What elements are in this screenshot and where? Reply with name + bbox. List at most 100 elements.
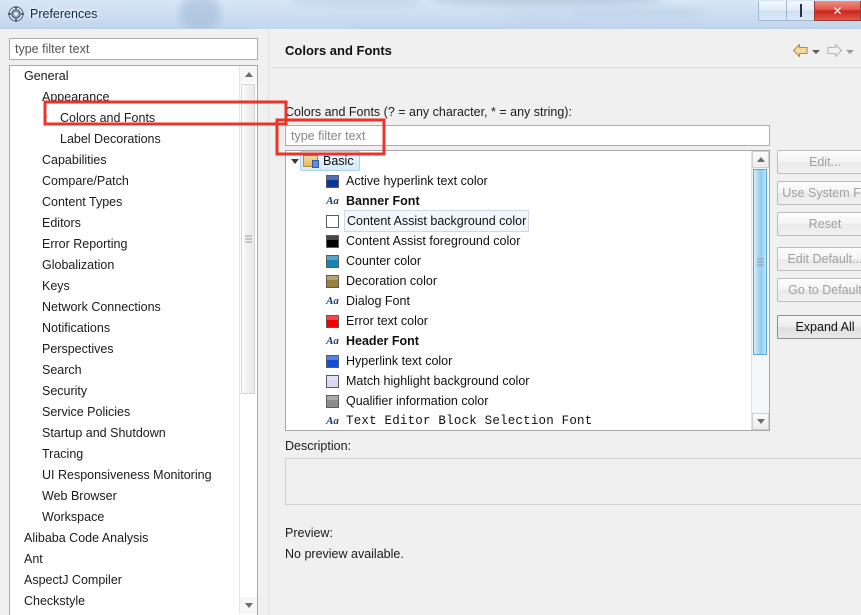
sidebar-item-appearance[interactable]: Appearance [10, 87, 241, 108]
cf-item-counter-color[interactable]: Counter color [286, 251, 752, 271]
cf-item-content-assist-background-color[interactable]: Content Assist background color [286, 210, 752, 232]
scroll-up-button[interactable] [240, 66, 257, 83]
cf-item-label: Content Assist foreground color [346, 234, 521, 248]
preferences-filter-input[interactable] [10, 39, 257, 59]
colors-fonts-filter-input[interactable] [286, 126, 769, 145]
close-button[interactable]: ✕ [814, 1, 861, 21]
color-swatch-icon [326, 254, 339, 268]
button-label: Reset [808, 217, 842, 231]
cf-item-label: Dialog Font [346, 294, 410, 308]
font-sample-icon: Aa [326, 294, 339, 307]
cf-item-label: Match highlight background color [346, 374, 530, 388]
sidebar-item-label: Ant [24, 552, 43, 566]
sidebar-item-content-types[interactable]: Content Types [10, 192, 241, 213]
forward-history-chevron-down-icon[interactable] [846, 50, 854, 54]
sidebar-item-label: Tracing [42, 447, 84, 461]
back-arrow-icon[interactable] [792, 43, 809, 61]
cf-item-active-hyperlink-text-color[interactable]: Active hyperlink text color [286, 171, 752, 191]
sidebar-item-ui-responsiveness-monitoring[interactable]: UI Responsiveness Monitoring [10, 465, 241, 486]
cf-group-basic[interactable]: Basic [286, 151, 752, 171]
sidebar-item-label: Compare/Patch [42, 174, 129, 188]
font-sample-icon: Aa [326, 194, 339, 207]
sidebar-item-label: Keys [42, 279, 70, 293]
sidebar-item-checkstyle[interactable]: Checkstyle [10, 591, 241, 612]
sidebar-item-compare-patch[interactable]: Compare/Patch [10, 171, 241, 192]
sidebar-item-network-connections[interactable]: Network Connections [10, 297, 241, 318]
right-panel: Colors and Fonts Colors and Fonts (? = a… [272, 29, 861, 615]
sidebar-item-label: Error Reporting [42, 237, 128, 251]
cf-item-text-editor-block-selection-font[interactable]: Aa Text Editor Block Selection Font [286, 411, 752, 430]
window-title-bar[interactable]: Preferences ✕ [0, 0, 861, 29]
sidebar-item-label: Label Decorations [60, 132, 161, 146]
sidebar-item-notifications[interactable]: Notifications [10, 318, 241, 339]
sidebar-item-code-recommenders[interactable]: Code Recommenders [10, 612, 241, 614]
cf-item-decoration-color[interactable]: Decoration color [286, 271, 752, 291]
cf-item-match-highlight-background-color[interactable]: Match highlight background color [286, 371, 752, 391]
forward-arrow-icon[interactable] [826, 43, 843, 61]
cf-item-dialog-font[interactable]: Aa Dialog Font [286, 291, 752, 311]
button-label: Edit Default... [787, 252, 861, 266]
sidebar-item-globalization[interactable]: Globalization [10, 255, 241, 276]
scrollbar-thumb[interactable] [241, 84, 255, 394]
sidebar-item-aspectj-compiler[interactable]: AspectJ Compiler [10, 570, 241, 591]
sidebar-item-error-reporting[interactable]: Error Reporting [10, 234, 241, 255]
go-to-default-button[interactable]: Go to Default [777, 278, 861, 302]
scroll-down-button[interactable] [240, 597, 257, 614]
cf-scroll-up-button[interactable] [752, 151, 769, 168]
sidebar-item-ant[interactable]: Ant [10, 549, 241, 570]
cf-item-qualifier-information-color[interactable]: Qualifier information color [286, 391, 752, 411]
maximize-icon [799, 3, 802, 17]
expand-all-button[interactable]: Expand All [777, 315, 861, 339]
sidebar-item-general[interactable]: General [10, 66, 241, 87]
color-swatch-icon [326, 234, 339, 248]
cf-item-content-assist-foreground-color[interactable]: Content Assist foreground color [286, 231, 752, 251]
preferences-gear-icon [8, 6, 24, 22]
back-history-chevron-down-icon[interactable] [812, 50, 820, 54]
colors-fonts-scrollbar[interactable] [751, 151, 769, 430]
minimize-button[interactable] [758, 1, 787, 21]
sidebar-item-web-browser[interactable]: Web Browser [10, 486, 241, 507]
cf-scroll-down-button[interactable] [752, 413, 769, 430]
preferences-tree[interactable]: General Appearance Colors and Fonts Label D… [10, 66, 241, 614]
sidebar-item-editors[interactable]: Editors [10, 213, 241, 234]
cf-item-hyperlink-text-color[interactable]: Hyperlink text color [286, 351, 752, 371]
sidebar-item-alibaba-code-analysis[interactable]: Alibaba Code Analysis [10, 528, 241, 549]
cf-scrollbar-thumb[interactable] [753, 169, 767, 355]
sidebar-item-colors-and-fonts[interactable]: Colors and Fonts [10, 108, 241, 129]
sidebar-item-capabilities[interactable]: Capabilities [10, 150, 241, 171]
preferences-tree-scrollbar[interactable] [239, 66, 257, 614]
sidebar-item-label: Web Browser [42, 489, 117, 503]
edit-button[interactable]: Edit... [777, 150, 861, 174]
sidebar-item-label: Perspectives [42, 342, 114, 356]
sidebar-item-label: Colors and Fonts [60, 111, 156, 125]
description-label: Description: [285, 439, 351, 453]
sidebar-item-search[interactable]: Search [10, 360, 241, 381]
arrow-up-icon [757, 157, 765, 162]
sidebar-item-startup-and-shutdown[interactable]: Startup and Shutdown [10, 423, 241, 444]
preview-value: No preview available. [285, 547, 404, 561]
use-system-fo-button[interactable]: Use System Fo [777, 181, 861, 205]
font-sample-icon: Aa [326, 334, 339, 347]
colors-fonts-tree[interactable]: Basic Active hyperlink text color Aa Banner… [286, 151, 752, 430]
colors-fonts-filter-box[interactable] [285, 125, 770, 146]
sidebar-item-tracing[interactable]: Tracing [10, 444, 241, 465]
tree-expanded-arrow-icon[interactable] [291, 159, 299, 164]
sidebar-item-workspace[interactable]: Workspace [10, 507, 241, 528]
sidebar-item-label-decorations[interactable]: Label Decorations [10, 129, 241, 150]
edit-default-button[interactable]: Edit Default... [777, 247, 861, 271]
cf-item-label: Error text color [346, 314, 428, 328]
sidebar-item-keys[interactable]: Keys [10, 276, 241, 297]
preferences-filter-box[interactable] [9, 38, 258, 60]
window-title: Preferences [30, 7, 98, 21]
maximize-button[interactable] [786, 1, 815, 21]
cf-item-banner-font[interactable]: Aa Banner Font [286, 191, 752, 211]
sidebar-item-perspectives[interactable]: Perspectives [10, 339, 241, 360]
sidebar-item-security[interactable]: Security [10, 381, 241, 402]
cf-item-header-font[interactable]: Aa Header Font [286, 331, 752, 351]
arrow-down-icon [245, 603, 253, 608]
cf-item-error-text-color[interactable]: Error text color [286, 311, 752, 331]
sidebar-item-label: Editors [42, 216, 81, 230]
sidebar-item-service-policies[interactable]: Service Policies [10, 402, 241, 423]
sidebar-item-label: Code Recommenders [24, 612, 146, 614]
reset-button[interactable]: Reset [777, 212, 861, 236]
